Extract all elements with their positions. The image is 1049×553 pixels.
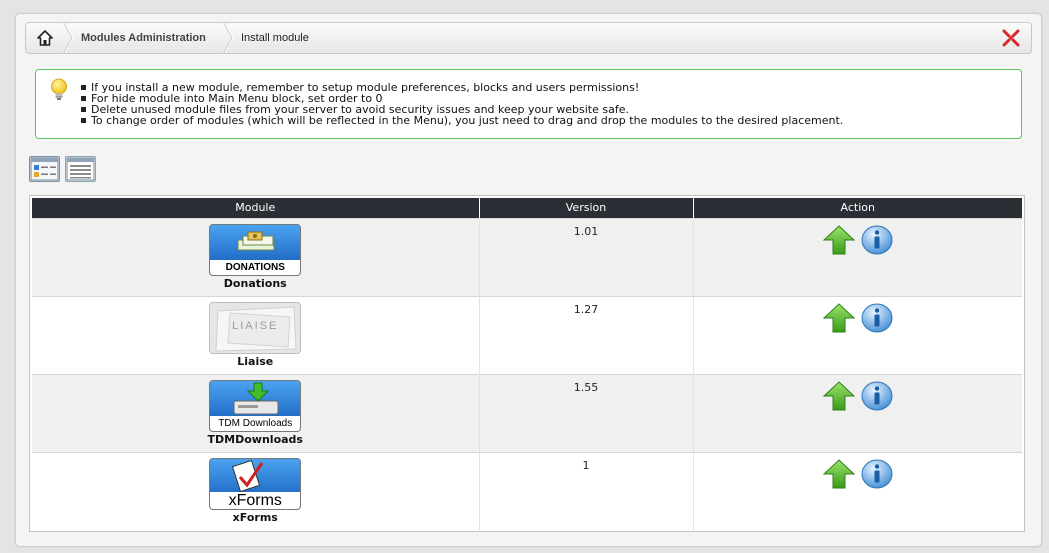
action-cell: [693, 451, 1022, 530]
module-name: Donations: [223, 276, 287, 290]
table-row[interactable]: DONATIONS Donations 1.01: [32, 217, 1022, 296]
module-image-liaise[interactable]: LIAISE: [209, 301, 302, 354]
home-link[interactable]: [26, 23, 64, 53]
download-drive-icon: [233, 382, 279, 414]
close-button[interactable]: [993, 23, 1029, 53]
breadcrumb-separator-icon: [63, 23, 74, 53]
module-image-tdmdownloads[interactable]: TDM Downloads: [209, 379, 302, 432]
action-cell: [693, 373, 1022, 452]
install-button[interactable]: [822, 458, 856, 492]
table-row[interactable]: LIAISE Liaise 1.27: [32, 295, 1022, 374]
module-image-xforms[interactable]: xForms: [209, 457, 302, 510]
modules-table: Module Version Action DONATIONS Donation…: [29, 195, 1025, 532]
info-icon: [861, 459, 892, 488]
module-name: TDMDownloads: [207, 432, 303, 446]
version-cell: 1.01: [479, 217, 694, 296]
install-arrow-icon: [822, 458, 856, 488]
icon-view-icon: [30, 157, 59, 181]
money-stack-icon: [237, 231, 275, 250]
module-image-label: TDM Downloads: [210, 415, 301, 431]
info-icon: [861, 303, 892, 332]
info-button[interactable]: [861, 381, 893, 414]
install-arrow-icon: [822, 224, 856, 254]
module-cell: xForms xForms: [32, 451, 480, 530]
info-icon: [861, 381, 892, 410]
info-icon: [861, 225, 892, 254]
module-name: xForms: [232, 510, 278, 524]
table-row[interactable]: TDM Downloads TDMDownloads 1.55: [32, 373, 1022, 452]
tips-box: If you install a new module, remember to…: [35, 69, 1022, 139]
module-image-label: xForms: [210, 491, 301, 509]
action-cell: [693, 295, 1022, 374]
info-button[interactable]: [861, 225, 893, 258]
version-cell: 1.27: [479, 295, 694, 374]
checkmark-form-icon: [232, 459, 264, 492]
breadcrumb: Modules Administration Install module: [25, 22, 1032, 54]
install-arrow-icon: [822, 302, 856, 332]
column-header-module: Module: [32, 198, 480, 218]
breadcrumb-modules-administration[interactable]: Modules Administration: [81, 23, 206, 53]
install-arrow-icon: [822, 380, 856, 410]
module-cell: DONATIONS Donations: [32, 217, 480, 296]
version-cell: 1.55: [479, 373, 694, 452]
module-cell: TDM Downloads TDMDownloads: [32, 373, 480, 452]
module-image-label: DONATIONS: [210, 259, 301, 275]
close-x-icon: [1002, 29, 1020, 47]
lightbulb-icon: [51, 78, 67, 100]
icon-view-button[interactable]: [29, 156, 60, 182]
breadcrumb-install-module: Install module: [241, 32, 309, 44]
install-button[interactable]: [822, 380, 856, 414]
version-cell: 1: [479, 451, 694, 530]
list-view-icon: [66, 157, 95, 181]
tip-item: To change order of modules (which will b…: [80, 114, 844, 127]
module-cell: LIAISE Liaise: [32, 295, 480, 374]
module-image-label: LIAISE: [232, 319, 279, 332]
main-panel: Modules Administration Install module If…: [15, 13, 1042, 547]
install-button[interactable]: [822, 224, 856, 258]
action-cell: [693, 217, 1022, 296]
module-image-donations[interactable]: DONATIONS: [209, 223, 302, 276]
table-row[interactable]: xForms xForms 1: [32, 451, 1022, 530]
home-icon: [37, 30, 53, 46]
info-button[interactable]: [861, 303, 893, 336]
list-view-button[interactable]: [65, 156, 96, 182]
breadcrumb-separator-icon: [223, 23, 234, 53]
info-button[interactable]: [861, 459, 893, 492]
install-button[interactable]: [822, 302, 856, 336]
tips-list: If you install a new module, remember to…: [80, 82, 844, 127]
column-header-action: Action: [693, 198, 1022, 218]
column-header-version: Version: [479, 198, 694, 218]
module-name: Liaise: [237, 354, 274, 368]
